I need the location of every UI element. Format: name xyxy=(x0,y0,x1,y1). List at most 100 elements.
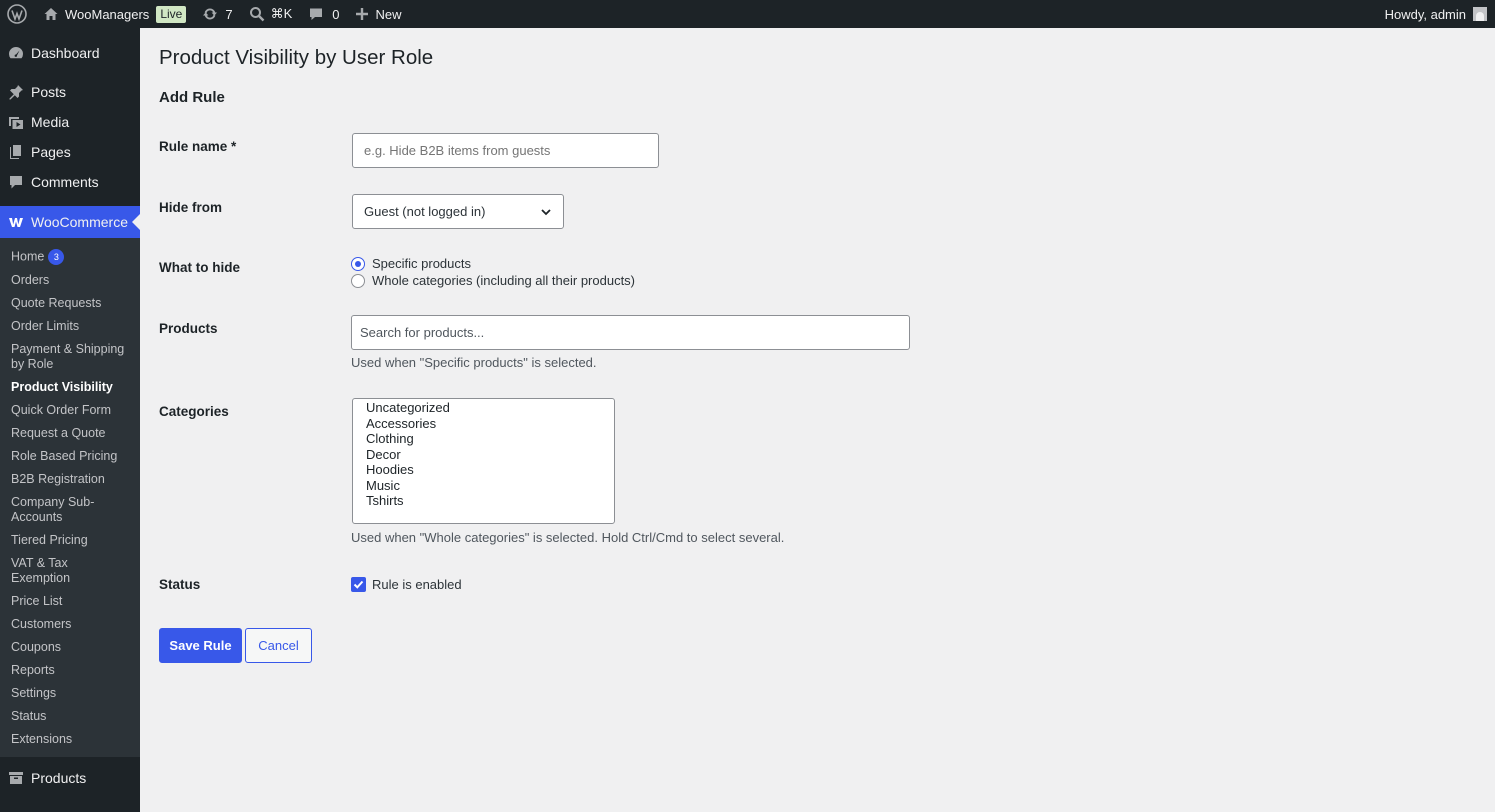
menu-products-label: Products xyxy=(31,770,87,786)
status-enabled-row[interactable]: Rule is enabled xyxy=(351,577,462,592)
submenu-item[interactable]: B2B Registration xyxy=(0,468,140,491)
submenu-item-label: B2B Registration xyxy=(11,472,105,486)
home-icon xyxy=(43,6,59,22)
products-icon xyxy=(8,770,24,786)
menu-pages[interactable]: Pages xyxy=(0,137,140,167)
submenu-item-label: Extensions xyxy=(11,732,73,746)
comments-count: 0 xyxy=(332,6,340,22)
menu-woocommerce[interactable]: WooCommerce xyxy=(0,206,140,238)
new-label: New xyxy=(375,6,402,22)
categories-label: Categories xyxy=(159,404,229,419)
updates-link[interactable]: 7 xyxy=(194,0,240,28)
category-option[interactable]: Decor xyxy=(366,447,614,463)
submenu-item-label: VAT & Tax Exemption xyxy=(11,556,71,585)
updates-count: 7 xyxy=(225,6,233,22)
woocommerce-submenu: Home 3 Orders Quote Requests Order Limits Pay… xyxy=(0,238,140,757)
submenu-item-label: Price List xyxy=(11,594,63,608)
greeting: Howdy, admin xyxy=(1384,6,1466,22)
submenu-item[interactable]: Price List xyxy=(0,590,140,613)
submenu-item-label: Company Sub-Accounts xyxy=(11,495,95,524)
submenu-item[interactable]: Role Based Pricing xyxy=(0,445,140,468)
submenu-item[interactable]: Request a Quote xyxy=(0,422,140,445)
site-name: WooManagers xyxy=(65,6,150,22)
category-option[interactable]: Clothing xyxy=(366,431,614,447)
categories-multiselect[interactable]: Uncategorized Accessories Clothing Decor Hoo… xyxy=(352,398,615,524)
submenu-item[interactable]: Extensions xyxy=(0,728,140,751)
category-option[interactable]: Tshirts xyxy=(366,493,614,509)
submenu-item-label: Coupons xyxy=(11,640,62,654)
submenu-item-label: Home xyxy=(11,249,45,264)
menu-comments-label: Comments xyxy=(31,174,99,190)
save-rule-button[interactable]: Save Rule xyxy=(159,628,242,663)
menu-dashboard[interactable]: Dashboard xyxy=(0,38,140,68)
categories-help-text: Used when "Whole categories" is selected… xyxy=(351,530,785,545)
submenu-item-label: Role Based Pricing xyxy=(11,449,118,463)
menu-posts-label: Posts xyxy=(31,84,67,100)
hide-from-value: Guest (not logged in) xyxy=(364,204,486,219)
category-option[interactable]: Hoodies xyxy=(366,462,614,478)
submenu-item[interactable]: Reports xyxy=(0,659,140,682)
menu-products[interactable]: Products xyxy=(0,763,140,793)
menu-woocommerce-label: WooCommerce xyxy=(31,214,128,230)
submenu-item[interactable]: Order Limits xyxy=(0,315,140,338)
status-enabled-label: Rule is enabled xyxy=(372,577,462,592)
submenu-item[interactable]: Quote Requests xyxy=(0,292,140,315)
menu-posts[interactable]: Posts xyxy=(0,77,140,107)
live-badge: Live xyxy=(156,5,187,23)
comments-link[interactable]: 0 xyxy=(300,0,347,28)
radio-button-checked[interactable] xyxy=(351,256,365,271)
status-label: Status xyxy=(159,577,201,592)
my-account-link[interactable]: Howdy, admin xyxy=(1377,0,1495,28)
main-content: Product Visibility by User Role Add Rule… xyxy=(140,28,1495,812)
submenu-item[interactable]: Home 3 xyxy=(0,245,140,269)
radio-specific-products[interactable]: Specific products xyxy=(351,256,471,271)
category-option[interactable]: Uncategorized xyxy=(366,400,614,416)
radio-button[interactable] xyxy=(351,273,365,288)
submenu-item[interactable]: Coupons xyxy=(0,636,140,659)
category-option[interactable]: Music xyxy=(366,478,614,494)
submenu-item[interactable]: Company Sub-Accounts xyxy=(0,491,140,529)
submenu-item-label: Settings xyxy=(11,686,57,700)
menu-comments[interactable]: Comments xyxy=(0,167,140,197)
submenu-item[interactable]: Settings xyxy=(0,682,140,705)
search-icon xyxy=(249,6,265,22)
new-content-link[interactable]: New xyxy=(347,0,409,28)
pages-icon xyxy=(8,144,24,160)
products-help-text: Used when "Specific products" is selecte… xyxy=(351,355,597,370)
submenu-item-label: Tiered Pricing xyxy=(11,533,88,547)
site-name-link[interactable]: WooManagers Live xyxy=(35,0,194,28)
media-icon xyxy=(8,114,24,130)
checkmark-icon xyxy=(353,580,364,589)
submenu-item-label: Payment & Shipping by Role xyxy=(11,342,125,371)
page-title: Product Visibility by User Role xyxy=(159,46,434,69)
wordpress-logo-icon[interactable] xyxy=(0,0,35,28)
submenu-item-label: Orders xyxy=(11,273,50,287)
submenu-item-label: Request a Quote xyxy=(11,426,106,440)
submenu-item[interactable]: Payment & Shipping by Role xyxy=(0,338,140,376)
category-option[interactable]: Accessories xyxy=(366,416,614,432)
plus-icon xyxy=(355,7,369,21)
comments-icon xyxy=(8,174,24,190)
submenu-item[interactable]: Quick Order Form xyxy=(0,399,140,422)
submenu-item[interactable]: Product Visibility xyxy=(0,376,140,399)
status-enabled-checkbox[interactable] xyxy=(351,577,366,592)
menu-media[interactable]: Media xyxy=(0,107,140,137)
updates-icon xyxy=(202,6,218,22)
radio-whole-categories-label: Whole categories (including all their pr… xyxy=(372,273,636,288)
cancel-button[interactable]: Cancel xyxy=(245,628,312,663)
submenu-item[interactable]: Status xyxy=(0,705,140,728)
submenu-item-label: Quick Order Form xyxy=(11,403,112,417)
hide-from-select[interactable]: Guest (not logged in) xyxy=(352,194,564,229)
radio-whole-categories[interactable]: Whole categories (including all their pr… xyxy=(351,273,635,288)
products-search-placeholder: Search for products... xyxy=(360,325,485,340)
submenu-item[interactable]: VAT & Tax Exemption xyxy=(0,552,140,590)
submenu-item[interactable]: Tiered Pricing xyxy=(0,529,140,552)
rule-name-input[interactable]: e.g. Hide B2B items from guests xyxy=(352,133,659,168)
submenu-item[interactable]: Customers xyxy=(0,613,140,636)
radio-specific-products-label: Specific products xyxy=(372,256,471,271)
menu-pages-label: Pages xyxy=(31,144,71,160)
menu-media-label: Media xyxy=(31,114,70,130)
products-search-input[interactable]: Search for products... xyxy=(351,315,910,350)
submenu-item[interactable]: Orders xyxy=(0,269,140,292)
command-search-link[interactable]: ⌘K xyxy=(241,0,301,28)
